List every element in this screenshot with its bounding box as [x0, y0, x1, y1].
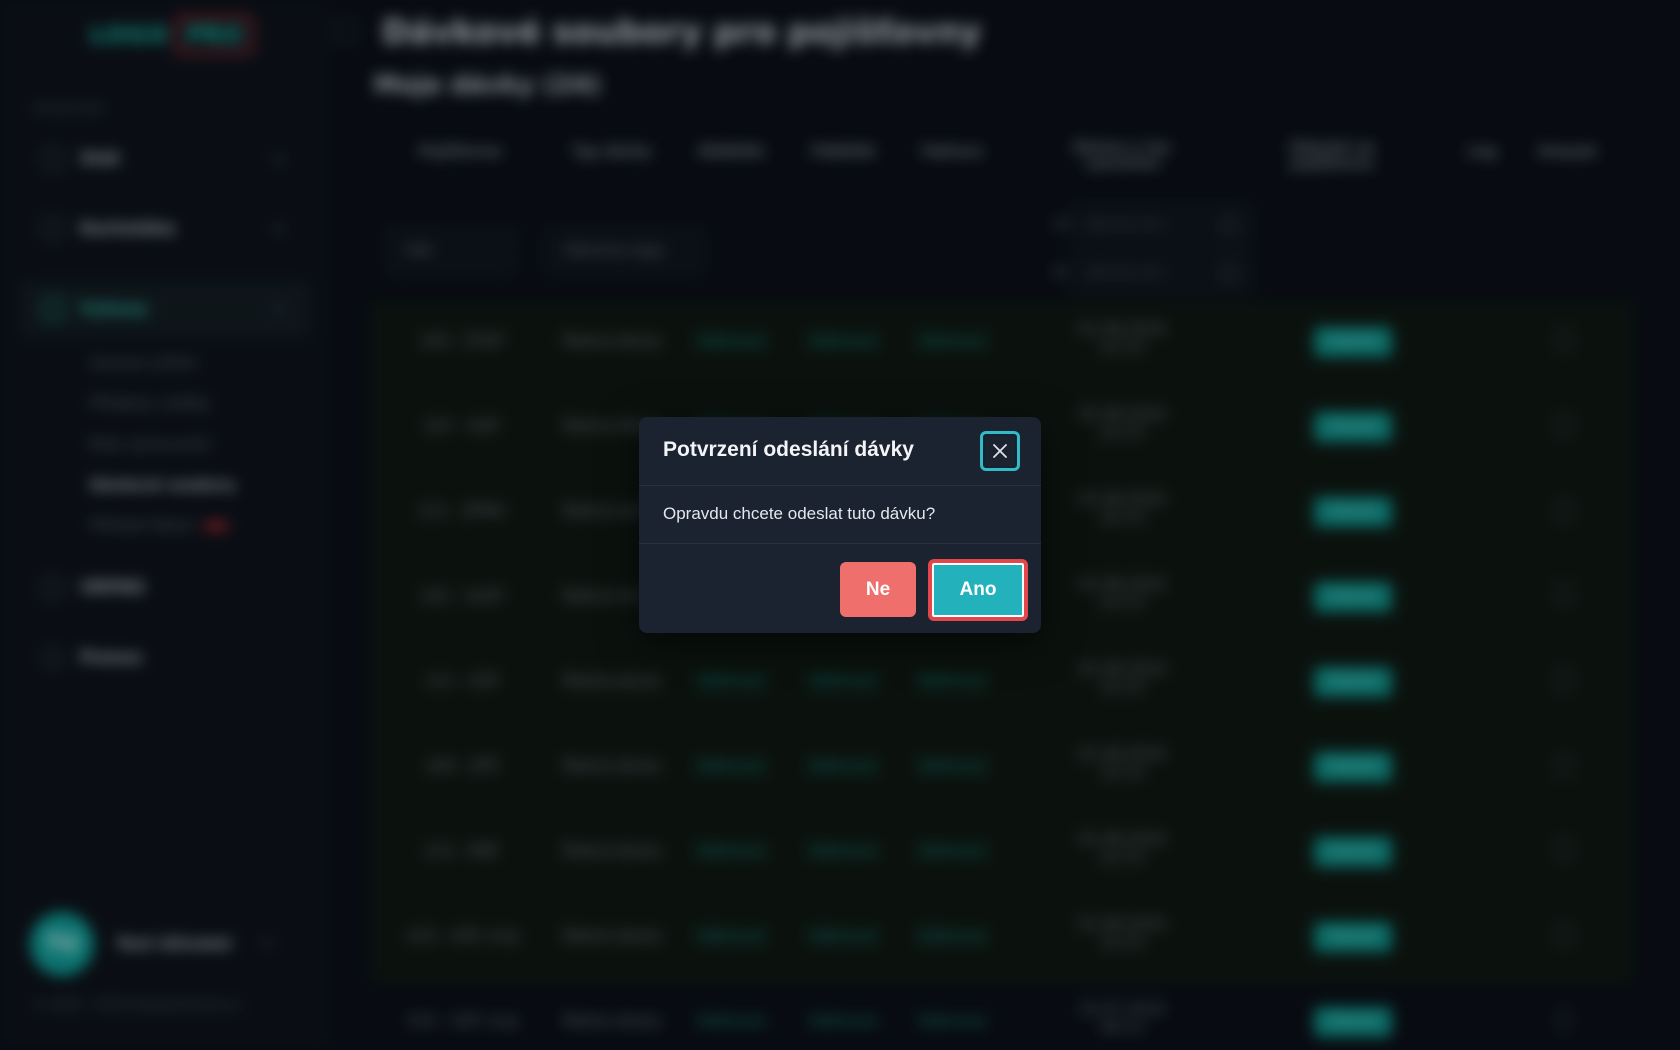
dialog-divider [639, 543, 1041, 544]
close-button[interactable] [980, 431, 1020, 471]
dialog-title: Potvrzení odeslání dávky [663, 438, 914, 461]
confirm-send-dialog: Potvrzení odeslání dávky Opravdu chcete … [639, 417, 1041, 633]
no-button[interactable]: Ne [840, 562, 916, 617]
yes-button[interactable]: Ano [928, 559, 1028, 621]
dialog-divider [639, 485, 1041, 486]
dialog-message: Opravdu chcete odeslat tuto dávku? [663, 504, 936, 523]
close-icon [993, 444, 1007, 458]
